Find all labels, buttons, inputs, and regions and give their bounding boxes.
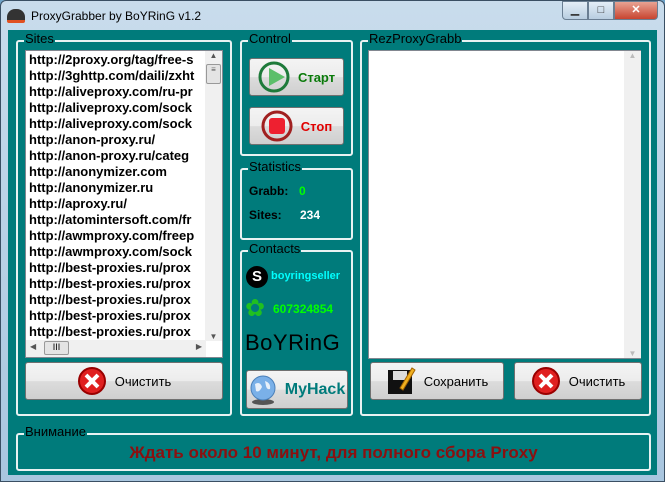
myhack-label: MyHack	[284, 380, 346, 398]
scroll-down-icon[interactable]: ▼	[205, 332, 222, 341]
save-pencil-icon	[387, 367, 416, 394]
clear-x-icon	[77, 367, 106, 395]
maximize-button[interactable]: □	[588, 1, 614, 20]
sites-count-label: Sites:	[249, 208, 282, 222]
site-list-item[interactable]: http://anon-proxy.ru/categ	[26, 148, 206, 164]
site-list-item[interactable]: http://2proxy.org/tag/free-s	[26, 52, 206, 68]
close-button[interactable]: ✕	[614, 1, 658, 20]
stop-icon	[261, 110, 293, 142]
site-list-item[interactable]: http://best-proxies.ru/prox	[26, 292, 206, 308]
site-list-item[interactable]: http://anonymizer.com	[26, 164, 206, 180]
control-group: Control Старт Стоп	[240, 32, 353, 156]
site-list-item[interactable]: http://anonymizer.ru	[26, 180, 206, 196]
title-bar: ProxyGrabber by BoYRinG v1.2	[7, 5, 201, 27]
result-textarea[interactable]	[368, 50, 641, 359]
icq-flower-icon: ✿	[245, 295, 266, 322]
grabb-label: Grabb:	[249, 184, 289, 198]
grabb-value: 0	[299, 184, 306, 198]
clear-result-button[interactable]: Очистить	[514, 362, 642, 400]
play-icon	[258, 61, 290, 93]
site-list-item[interactable]: http://best-proxies.ru/prox	[26, 276, 206, 292]
site-list-item[interactable]: http://aliveproxy.com/ru-pr	[26, 84, 206, 100]
site-list-item[interactable]: http://anon-proxy.ru/	[26, 132, 206, 148]
client-area: Sites http://2proxy.org/tag/free-s http:/…	[8, 30, 657, 475]
globe-icon	[250, 375, 276, 405]
result-legend: RezProxyGrabb	[368, 31, 463, 46]
statistics-group: Statistics Grabb: 0 Sites: 234	[240, 160, 353, 240]
site-list-item[interactable]: http://awmproxy.com/freep	[26, 228, 206, 244]
attention-legend: Внимание	[24, 424, 87, 439]
site-list-item[interactable]: http://aliveproxy.com/sock	[26, 100, 206, 116]
sites-list[interactable]: http://2proxy.org/tag/free-s http://3ghtt…	[25, 50, 223, 358]
icq-contact: 607324854	[273, 302, 334, 316]
clear-sites-label: Очистить	[114, 373, 172, 389]
sites-group: Sites http://2proxy.org/tag/free-s http:/…	[16, 32, 232, 416]
start-button[interactable]: Старт	[249, 58, 344, 96]
vertical-scrollbar[interactable]: ▲ ≡ ▼	[205, 51, 222, 341]
myhack-button[interactable]: MyHack	[246, 370, 348, 409]
control-legend: Control	[248, 31, 292, 46]
stop-button[interactable]: Стоп	[249, 107, 344, 145]
statistics-legend: Statistics	[248, 159, 303, 174]
site-list-item[interactable]: http://best-proxies.ru/prox	[26, 308, 206, 324]
horizontal-scrollbar[interactable]: ◀ III ▶	[26, 340, 206, 357]
site-list-item[interactable]: http://best-proxies.ru/prox	[26, 324, 206, 340]
sites-legend: Sites	[24, 31, 55, 46]
start-label: Старт	[297, 69, 336, 85]
site-list-item[interactable]: http://aliveproxy.com/sock	[26, 116, 206, 132]
site-list-item[interactable]: http://atomintersoft.com/fr	[26, 212, 206, 228]
site-list-item[interactable]: http://3ghttp.com/daili/zxht	[26, 68, 206, 84]
clear-result-label: Очистить	[568, 373, 626, 389]
result-group: RezProxyGrabb ▲ ▼ Сохранить Очистить	[360, 32, 651, 416]
result-scrollbar[interactable]: ▲ ▼	[624, 51, 641, 358]
save-label: Сохранить	[423, 373, 489, 389]
scroll-up-icon[interactable]: ▲	[205, 51, 222, 60]
site-list-item[interactable]: http://aproxy.ru/	[26, 196, 206, 212]
site-list-item[interactable]: http://awmproxy.com/sock	[26, 244, 206, 260]
clear-x-icon	[531, 367, 560, 395]
skype-contact: boyringseller	[271, 270, 341, 282]
boyring-logo: BoYRinG	[245, 330, 341, 355]
contacts-legend: Contacts	[248, 241, 302, 256]
scroll-right-icon[interactable]: ▶	[196, 342, 202, 351]
sites-count-value: 234	[300, 208, 321, 222]
scroll-thumb[interactable]: ≡	[206, 64, 221, 84]
skype-icon: S	[246, 266, 268, 288]
scroll-left-icon[interactable]: ◀	[30, 342, 36, 351]
site-list-item[interactable]: http://best-proxies.ru/prox	[26, 260, 206, 276]
attention-group: Внимание Ждать около 10 минут, для полно…	[16, 425, 651, 471]
minimize-button[interactable]: ▁	[562, 1, 588, 20]
clear-sites-button[interactable]: Очистить	[25, 362, 223, 400]
hscroll-thumb[interactable]: III	[44, 341, 69, 355]
app-icon	[7, 9, 25, 23]
save-button[interactable]: Сохранить	[370, 362, 504, 400]
attention-message: Ждать около 10 минут, для полного сбора …	[129, 443, 538, 462]
contacts-group: Contacts S boyringseller ✿ 607324854 BoY…	[240, 242, 353, 416]
window-title: ProxyGrabber by BoYRinG v1.2	[31, 9, 202, 23]
stop-label: Стоп	[300, 118, 333, 134]
